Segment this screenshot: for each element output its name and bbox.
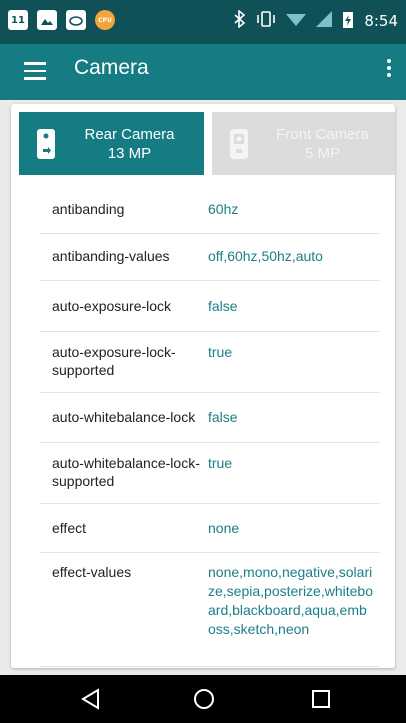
param-key: effect [52, 520, 86, 536]
list-item: auto-exposure-lock false [40, 281, 380, 332]
param-value: none,mono,negative,solarize,sepia,poster… [208, 564, 373, 637]
clock: 8:54 [364, 12, 398, 30]
camera-info-card: Rear Camera 13 MP Front Camera 5 MP anti… [11, 104, 395, 668]
param-value: 60hz [208, 201, 239, 217]
notification-badge-icon: 11 [8, 10, 28, 30]
param-key: auto-exposure-lock [52, 298, 172, 314]
param-key: auto-exposure-lock-supported [52, 344, 176, 378]
list-item: antibanding-values off,60hz,50hz,auto [40, 234, 380, 281]
cpu-icon: CPU [95, 10, 115, 30]
tab-rear-camera-megapixels: 13 MP [107, 144, 152, 162]
navigation-bar [0, 675, 406, 723]
list-item: auto-whitebalance-lock-supported true [40, 443, 380, 504]
image-icon [37, 10, 57, 30]
list-item: effect-values none,mono,negative,solariz… [40, 553, 380, 667]
status-bar: 11 CPU 8:54 [0, 0, 406, 44]
page-title: Camera [74, 56, 149, 79]
list-item: auto-whitebalance-lock false [40, 393, 380, 443]
tab-front-camera-megapixels: 5 MP [304, 144, 340, 162]
param-value: false [208, 409, 238, 425]
camera-tabs: Rear Camera 13 MP Front Camera 5 MP [19, 112, 395, 175]
wifi-icon [286, 11, 307, 31]
param-value: off,60hz,50hz,auto [208, 248, 323, 264]
app-bar: Camera [0, 44, 406, 100]
signal-icon [316, 11, 333, 31]
front-camera-icon [230, 128, 248, 159]
param-value: true [208, 455, 233, 471]
cloud-icon [66, 10, 86, 30]
tab-front-camera-label: Front Camera [276, 125, 369, 143]
param-value: true [208, 344, 233, 360]
param-key: antibanding-values [52, 248, 170, 264]
param-value: none [208, 520, 240, 536]
recents-icon[interactable] [309, 687, 333, 711]
param-key: auto-whitebalance-lock [52, 409, 196, 425]
tab-rear-camera[interactable]: Rear Camera 13 MP [19, 112, 204, 175]
param-key: effect-values [52, 564, 132, 580]
vibrate-icon [256, 10, 276, 32]
battery-charging-icon [342, 10, 354, 32]
rear-camera-icon [37, 128, 55, 159]
list-item: antibanding 60hz [40, 187, 380, 234]
param-value: false [208, 298, 238, 314]
param-key: auto-whitebalance-lock-supported [52, 455, 200, 489]
list-item: auto-exposure-lock-supported true [40, 332, 380, 393]
more-options-icon[interactable] [386, 59, 392, 83]
back-icon[interactable] [79, 687, 103, 711]
parameter-list: antibanding 60hz antibanding-values off,… [40, 187, 380, 667]
tab-rear-camera-label: Rear Camera [84, 125, 175, 143]
bluetooth-icon [234, 9, 246, 32]
list-item: effect none [40, 504, 380, 553]
home-icon[interactable] [192, 687, 216, 711]
menu-icon[interactable] [24, 62, 46, 82]
tab-front-camera[interactable]: Front Camera 5 MP [212, 112, 395, 175]
param-key: antibanding [52, 201, 125, 217]
